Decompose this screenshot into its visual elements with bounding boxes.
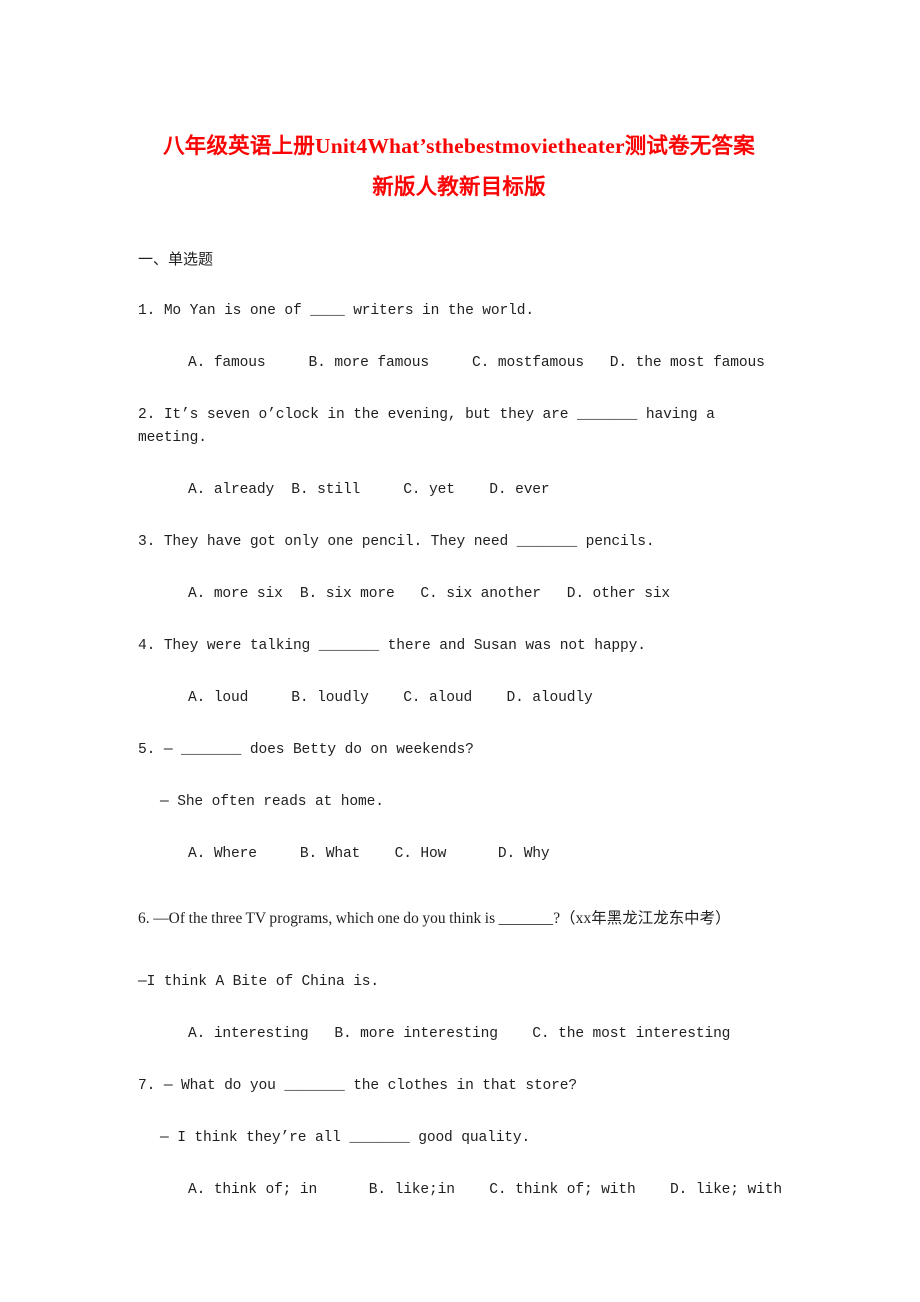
question-reply: — She often reads at home. (160, 794, 384, 811)
question-options: A. loud B. loudly C. aloud D. aloudly (188, 690, 593, 707)
question-stem: 5. — _______ does Betty do on weekends? (138, 742, 474, 759)
question-options: A. more six B. six more C. six another D… (188, 586, 671, 603)
question-6: 6. —Of the three TV programs, which one … (138, 895, 780, 1046)
question-options: A. Where B. What C. How D. Why (188, 846, 550, 863)
question-2: 2. It’s seven o’clock in the evening, bu… (138, 404, 780, 502)
document-page: 八年级英语上册Unit4What’sthebestmovietheater测试卷… (0, 0, 920, 1302)
question-1: 1. Mo Yan is one of ____ writers in the … (138, 300, 780, 375)
question-4: 4. They were talking _______ there and S… (138, 635, 780, 710)
question-5: 5. — _______ does Betty do on weekends? … (138, 739, 780, 866)
page-title: 八年级英语上册Unit4What’sthebestmovietheater测试卷… (138, 14, 780, 208)
question-stem: 7. — What do you _______ the clothes in … (138, 1078, 577, 1095)
page-title-line-2: 新版人教新目标版 (372, 175, 546, 200)
question-stem: 4. They were talking _______ there and S… (138, 638, 646, 655)
question-reply: — I think they’re all _______ good quali… (160, 1130, 531, 1147)
question-stem: 2. It’s seven o’clock in the evening, bu… (138, 407, 715, 447)
question-stem: 3. They have got only one pencil. They n… (138, 534, 655, 551)
question-stem: 6. —Of the three TV programs, which one … (138, 910, 731, 928)
question-3: 3. They have got only one pencil. They n… (138, 531, 780, 606)
question-reply: —I think A Bite of China is. (138, 974, 380, 991)
question-stem: 1. Mo Yan is one of ____ writers in the … (138, 303, 534, 320)
section-heading: 一、单选题 (138, 252, 214, 269)
question-options: A. famous B. more famous C. mostfamous D… (188, 355, 765, 372)
question-options: A. already B. still C. yet D. ever (188, 482, 550, 499)
question-options: A. think of; in B. like;in C. think of; … (188, 1182, 782, 1199)
question-7: 7. — What do you _______ the clothes in … (138, 1075, 782, 1202)
page-title-line-1: 八年级英语上册Unit4What’sthebestmovietheater测试卷… (163, 134, 755, 159)
question-options: A. interesting B. more interesting C. th… (188, 1026, 731, 1043)
